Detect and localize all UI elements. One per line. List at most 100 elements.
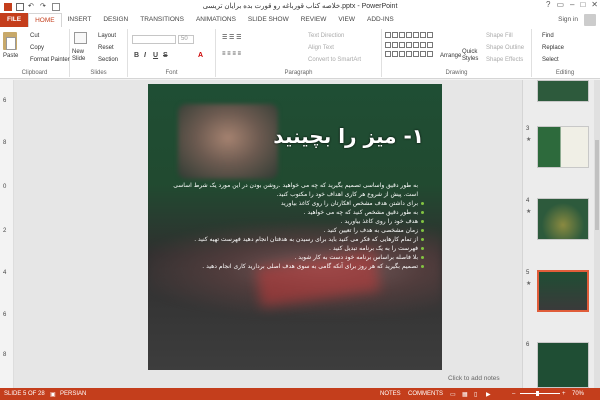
- vertical-ruler: 6 8 0 2 4 6 8: [0, 80, 14, 388]
- slide-thumbnail[interactable]: [537, 80, 589, 102]
- notes-button[interactable]: NOTES: [380, 391, 401, 397]
- thumbnail-number: 6: [526, 342, 530, 348]
- align-icons[interactable]: ≡ ≡ ≡ ≡: [222, 51, 241, 57]
- underline-icon[interactable]: U: [153, 52, 158, 59]
- ribbon-tabs: FILE HOME INSERT DESIGN TRANSITIONS ANIM…: [0, 13, 600, 27]
- slide-thumbnail[interactable]: [537, 198, 589, 240]
- section-button[interactable]: Section: [98, 57, 118, 63]
- window-title: خلاصه کتاب قورباغه رو قورت بده برایان تر…: [202, 3, 398, 10]
- language-indicator[interactable]: PERSIAN: [60, 391, 86, 397]
- slide-bullet: فهرست را به یک برنامه تبدیل کنید .: [168, 244, 424, 253]
- font-name-box[interactable]: [132, 35, 176, 44]
- slide-body-text[interactable]: به طور دقیق واساسی تصمیم بگیرید که چه می…: [168, 181, 424, 271]
- slide-bullet: تصمیم بگیرید که هر روز برای آنکه گامی به…: [168, 262, 424, 271]
- minimize-icon[interactable]: –: [570, 0, 574, 9]
- italic-icon[interactable]: I: [144, 52, 146, 59]
- comments-button[interactable]: COMMENTS: [408, 391, 443, 397]
- normal-view-icon[interactable]: ▭: [450, 391, 456, 398]
- editing-group: Find Replace Select Editing: [532, 29, 598, 77]
- text-direction-button[interactable]: Text Direction: [308, 33, 344, 39]
- paragraph-group: ☰ ☰ ☰ ≡ ≡ ≡ ≡ Text Direction Align Text …: [216, 29, 382, 77]
- layout-button[interactable]: Layout: [98, 33, 116, 39]
- notes-placeholder[interactable]: Click to add notes: [448, 375, 500, 382]
- slide-sorter-icon[interactable]: ▦: [462, 391, 468, 398]
- editing-label: Editing: [555, 70, 575, 76]
- paste-icon[interactable]: [3, 32, 17, 50]
- help-icon[interactable]: ?: [546, 0, 550, 9]
- align-text-button[interactable]: Align Text: [308, 45, 334, 51]
- tab-slide-show[interactable]: SLIDE SHOW: [242, 13, 295, 27]
- slide-thumbnail[interactable]: [537, 342, 589, 388]
- close-icon[interactable]: ✕: [591, 0, 598, 9]
- new-slide-icon[interactable]: [74, 32, 87, 44]
- slideshow-view-icon[interactable]: ▶: [486, 391, 491, 398]
- thumbnail-star-icon: ★: [526, 281, 532, 287]
- find-button[interactable]: Find: [542, 33, 554, 39]
- thumbnail-scrollbar[interactable]: [594, 80, 600, 388]
- ribbon-display-icon[interactable]: ▭: [556, 0, 564, 9]
- thumbnail-star-icon: ★: [526, 209, 532, 215]
- slide-bullet: هدف خود را روی کاغذ بیاورید .: [168, 217, 424, 226]
- tab-view[interactable]: VIEW: [332, 13, 361, 27]
- zoom-in-icon[interactable]: +: [562, 391, 566, 397]
- font-size-value: 50: [181, 36, 188, 42]
- font-group: 50 B I U S A Font: [128, 29, 216, 77]
- ruler-number: 8: [3, 140, 7, 146]
- tab-design[interactable]: DESIGN: [97, 13, 134, 27]
- zoom-slider-knob[interactable]: [536, 391, 539, 396]
- font-color-icon[interactable]: A: [198, 52, 203, 59]
- shape-outline-button[interactable]: Shape Outline: [486, 45, 524, 51]
- clipboard-label: Clipboard: [21, 70, 48, 76]
- window-controls: ? ▭ – □ ✕: [546, 0, 598, 9]
- shape-effects-button[interactable]: Shape Effects: [486, 57, 523, 63]
- select-button[interactable]: Select: [542, 57, 559, 63]
- tab-insert[interactable]: INSERT: [62, 13, 98, 27]
- drawing-group: Arrange Quick Styles Shape Fill Shape Ou…: [382, 29, 532, 77]
- reading-view-icon[interactable]: ▯: [474, 391, 477, 398]
- scrollbar-thumb[interactable]: [595, 140, 599, 230]
- thumbnail-number: 5: [526, 270, 530, 276]
- strikethrough-icon[interactable]: S: [163, 52, 168, 59]
- new-slide-button[interactable]: New Slide: [72, 49, 92, 63]
- font-size-box[interactable]: 50: [178, 35, 194, 44]
- paste-button[interactable]: Paste: [3, 53, 18, 59]
- tab-animations[interactable]: ANIMATIONS: [190, 13, 242, 27]
- zoom-slider[interactable]: [520, 393, 560, 394]
- convert-smartart-button[interactable]: Convert to SmartArt: [308, 57, 361, 63]
- slide-counter: SLIDE 5 OF 28: [4, 391, 45, 397]
- current-slide[interactable]: ۱- میز را بچینید به طور دقیق واساسی تصمی…: [148, 84, 442, 370]
- spelling-icon[interactable]: ▣: [50, 391, 56, 398]
- arrange-button[interactable]: Arrange: [440, 53, 461, 59]
- ruler-number: 0: [3, 184, 7, 190]
- slide-thumbnail[interactable]: [537, 126, 589, 168]
- slide-bullet: زمان مشخصی به هدف را تعیین کنید .: [168, 226, 424, 235]
- quick-styles-button[interactable]: Quick Styles: [462, 49, 480, 63]
- tab-file[interactable]: FILE: [0, 13, 29, 27]
- sign-in-link[interactable]: Sign in: [558, 16, 578, 23]
- tab-add-ins[interactable]: ADD-INS: [361, 13, 400, 27]
- bold-icon[interactable]: B: [134, 52, 139, 59]
- font-label: Font: [165, 70, 178, 76]
- slide-bullet: به طور دقیق مشخص کنید که چه می خواهید .: [168, 208, 424, 217]
- maximize-icon[interactable]: □: [580, 0, 585, 9]
- reset-button[interactable]: Reset: [98, 45, 114, 51]
- bullets-icon[interactable]: ☰ ☰ ☰: [222, 34, 241, 41]
- shapes-gallery[interactable]: [385, 32, 433, 60]
- avatar[interactable]: [584, 14, 596, 26]
- tab-review[interactable]: REVIEW: [295, 13, 333, 27]
- copy-button[interactable]: Copy: [30, 45, 44, 51]
- zoom-out-icon[interactable]: –: [512, 391, 515, 397]
- tab-transitions[interactable]: TRANSITIONS: [134, 13, 190, 27]
- replace-button[interactable]: Replace: [542, 45, 564, 51]
- tab-home[interactable]: HOME: [28, 13, 62, 27]
- slide-thumbnail-selected[interactable]: [537, 270, 589, 312]
- shape-fill-button[interactable]: Shape Fill: [486, 33, 513, 39]
- format-painter-button[interactable]: Format Painter: [30, 57, 70, 63]
- ruler-number: 4: [3, 270, 7, 276]
- zoom-level[interactable]: 70%: [572, 391, 584, 397]
- slide-title[interactable]: ۱- میز را بچینید: [273, 124, 424, 148]
- thumbnail-number: 3: [526, 126, 530, 132]
- cut-button[interactable]: Cut: [30, 33, 39, 39]
- thumbnail-number: 4: [526, 198, 530, 204]
- slide-thumbnail-pane[interactable]: 3 ★ 4 ★ 5 ★ 6: [522, 80, 600, 388]
